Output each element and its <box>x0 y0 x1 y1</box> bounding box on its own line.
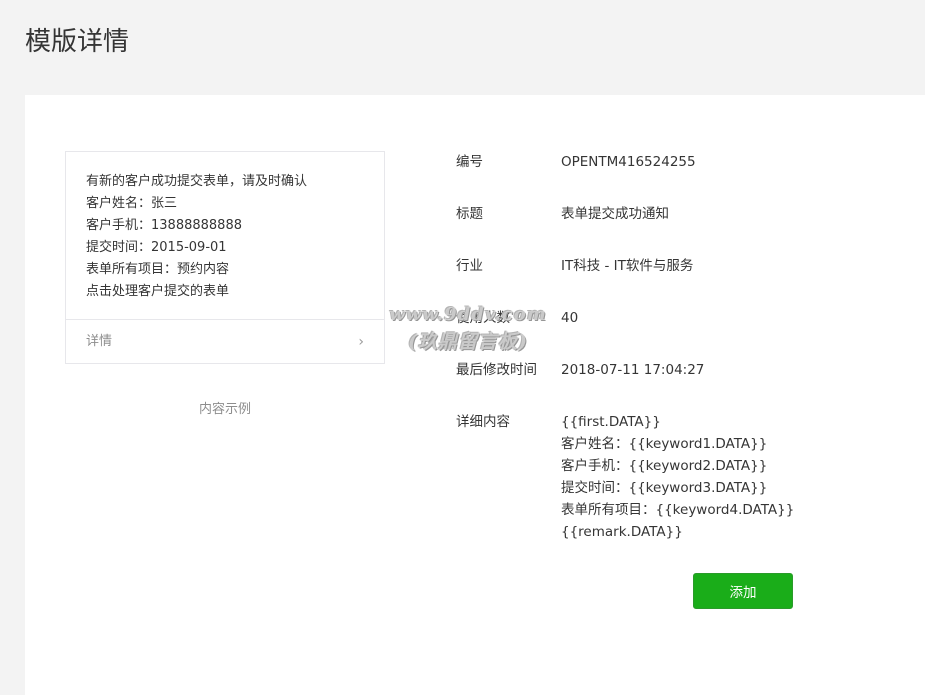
info-label-industry: 行业 <box>456 258 483 274</box>
detail-line-keyword4: 表单所有项目：{{keyword4.DATA}} <box>561 502 795 518</box>
chevron-right-icon: › <box>358 334 364 350</box>
info-value-modified: 2018-07-11 17:04:27 <box>561 362 705 378</box>
preview-caption: 内容示例 <box>198 402 251 417</box>
page-title: 模版详情 <box>25 27 130 57</box>
info-label-id: 编号 <box>456 154 483 170</box>
template-info: 编号 OPENTM416524255 标题 表单提交成功通知 行业 IT科技 -… <box>456 151 916 543</box>
template-preview: 有新的客户成功提交表单，请及时确认 客户姓名：张三 客户手机：138888888… <box>65 151 385 364</box>
detail-line-keyword1: 客户姓名：{{keyword1.DATA}} <box>561 436 768 452</box>
preview-body: 有新的客户成功提交表单，请及时确认 客户姓名：张三 客户手机：138888888… <box>66 152 384 320</box>
info-value-id: OPENTM416524255 <box>561 154 696 170</box>
detail-line-keyword3: 提交时间：{{keyword3.DATA}} <box>561 480 768 496</box>
add-template-button[interactable]: 添加 <box>693 573 793 609</box>
info-value-users: 40 <box>561 310 579 326</box>
preview-line-customer-phone: 客户手机：13888888888 <box>86 218 242 233</box>
preview-line-submit-time: 提交时间：2015-09-01 <box>86 240 227 255</box>
detail-line-keyword2: 客户手机：{{keyword2.DATA}} <box>561 458 768 474</box>
info-value-industry: IT科技 - IT软件与服务 <box>561 258 694 274</box>
info-row-id: 编号 OPENTM416524255 <box>456 151 916 173</box>
detail-line-remark: {{remark.DATA}} <box>561 524 683 540</box>
info-row-industry: 行业 IT科技 - IT软件与服务 <box>456 255 916 277</box>
detail-line-first: {{first.DATA}} <box>561 414 661 430</box>
info-row-users: 使用人数 40 <box>456 307 916 329</box>
preview-detail-label: 详情 <box>86 334 113 349</box>
info-value-detail: {{first.DATA}} 客户姓名：{{keyword1.DATA}} 客户… <box>561 411 794 543</box>
preview-line-customer-name: 客户姓名：张三 <box>86 196 178 211</box>
info-row-modified: 最后修改时间 2018-07-11 17:04:27 <box>456 359 916 381</box>
template-detail-card: 有新的客户成功提交表单，请及时确认 客户姓名：张三 客户手机：138888888… <box>25 95 925 695</box>
info-label-modified: 最后修改时间 <box>456 362 537 378</box>
info-row-title: 标题 表单提交成功通知 <box>456 203 916 225</box>
preview-line-form-items: 表单所有项目：预约内容 <box>86 262 230 277</box>
info-label-detail: 详细内容 <box>456 414 510 430</box>
info-label-title: 标题 <box>456 206 483 222</box>
info-value-title: 表单提交成功通知 <box>561 206 669 222</box>
preview-line-first: 有新的客户成功提交表单，请及时确认 <box>86 174 308 189</box>
preview-detail-link[interactable]: 详情 › <box>66 320 384 364</box>
info-row-detail: 详细内容 {{first.DATA}} 客户姓名：{{keyword1.DATA… <box>456 411 916 543</box>
info-label-users: 使用人数 <box>456 310 510 326</box>
preview-line-remark: 点击处理客户提交的表单 <box>86 284 230 299</box>
